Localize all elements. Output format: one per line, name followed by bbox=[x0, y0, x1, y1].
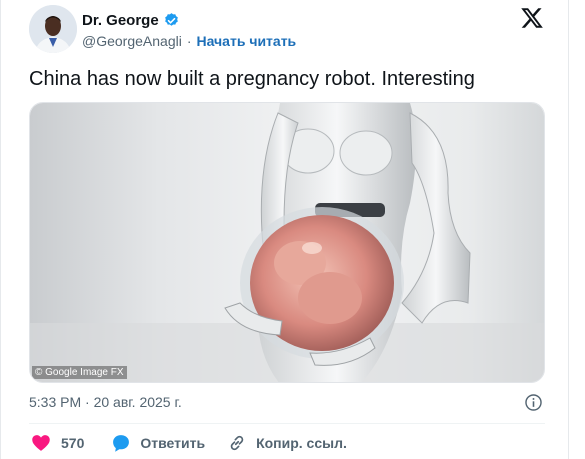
copy-link-button[interactable]: Копир. ссыл. bbox=[227, 433, 347, 453]
author-name-row[interactable]: Dr. George bbox=[82, 10, 180, 30]
author-handle-row: @GeorgeAnagli · Начать читать bbox=[82, 32, 296, 50]
reply-bubble-icon bbox=[113, 435, 130, 452]
tweet-text: China has now built a pregnancy robot. I… bbox=[29, 68, 475, 90]
info-icon[interactable] bbox=[524, 393, 543, 412]
author-display-name[interactable]: Dr. George bbox=[82, 12, 159, 29]
tweet-image[interactable]: © Google Image FX bbox=[29, 102, 545, 383]
card-border bbox=[568, 0, 569, 459]
reply-label: Ответить bbox=[140, 435, 206, 451]
handle-separator: · bbox=[186, 33, 192, 49]
author-handle[interactable]: @GeorgeAnagli bbox=[82, 33, 182, 49]
like-count: 570 bbox=[61, 435, 85, 451]
tweet-actions: 570 Ответить Копир. ссыл. bbox=[31, 432, 347, 454]
image-watermark: © Google Image FX bbox=[32, 366, 127, 379]
reply-button[interactable]: Ответить bbox=[111, 433, 205, 453]
copy-link-label: Копир. ссыл. bbox=[256, 435, 347, 451]
verified-badge-icon bbox=[164, 12, 178, 26]
x-logo-icon[interactable] bbox=[520, 6, 544, 30]
avatar[interactable] bbox=[29, 5, 77, 53]
like-button[interactable]: 570 bbox=[31, 433, 84, 453]
divider bbox=[29, 423, 545, 424]
heart-icon bbox=[32, 435, 50, 451]
card-border bbox=[0, 0, 1, 459]
tweet-timestamp[interactable]: 5:33 PM · 20 авг. 2025 г. bbox=[29, 394, 182, 410]
follow-button[interactable]: Начать читать bbox=[197, 33, 297, 49]
link-icon bbox=[230, 435, 244, 451]
tweet-embed-card: Dr. George @GeorgeAnagli · Начать читать… bbox=[0, 0, 585, 459]
